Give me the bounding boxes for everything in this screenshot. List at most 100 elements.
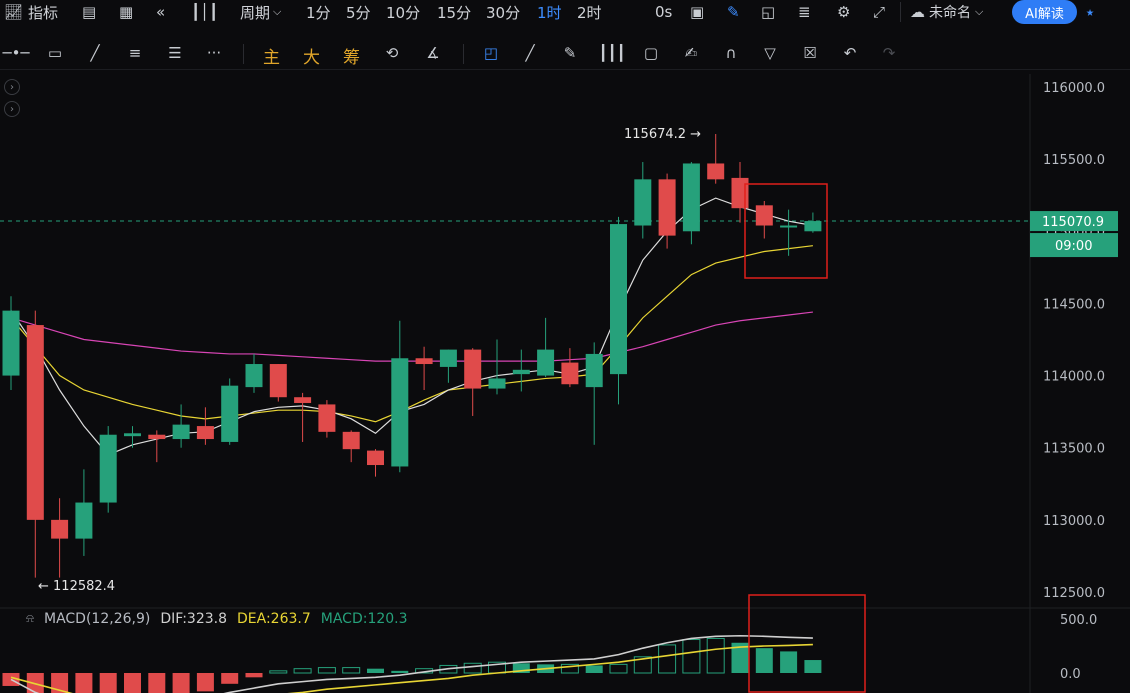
chart-canvas[interactable]: 115674.2 → ← 112582.4 116000.0 115500.0 115… — [0, 74, 1130, 693]
y-tick-label: 113500.0 — [1043, 442, 1105, 457]
top-toolbar: 📈︎ 指标 ▤ ▦ « ┃│┃ 周期 ⌵ 1分 5分 10分 15分 30分 1… — [0, 0, 1130, 24]
measure-tool[interactable]: ∡ — [423, 43, 443, 63]
pencil-icon: ✎ — [727, 3, 740, 21]
interval-1m[interactable]: 1分 — [306, 0, 331, 24]
draw-toggle-button[interactable]: ✎ — [727, 0, 740, 24]
ai-analysis-button[interactable]: AI解读 — [1012, 0, 1077, 24]
layout-button[interactable]: ▦ — [119, 0, 133, 24]
delete-tool[interactable]: ☒ — [800, 43, 820, 63]
macd-histogram-bar — [609, 663, 628, 674]
fullscreen-button[interactable]: ⤢ — [873, 0, 885, 24]
macd-histogram-bar — [463, 662, 482, 674]
brush-icon: ✎ — [563, 44, 577, 62]
macd-histogram-bar — [99, 673, 117, 693]
toolbar-divider — [463, 44, 464, 64]
macd-legend: ⍾ MACD(12,26,9) DIF:323.8 DEA:263.7 MACD… — [26, 611, 408, 627]
compare-icon: ≣ — [798, 3, 811, 21]
ma-long-line — [10, 311, 813, 362]
line-chart-icon: 📈︎ — [4, 3, 24, 21]
redo-button[interactable]: ↷ — [879, 43, 899, 63]
fib-tool[interactable]: ☰ — [165, 43, 185, 63]
ruler-tool[interactable]: ╱ — [520, 43, 540, 63]
channel-icon: ≡ — [128, 44, 142, 62]
note-tool[interactable]: ✍ — [681, 43, 701, 63]
candles-tool[interactable]: ┃┃┃ — [598, 43, 625, 63]
trendline-icon: ╱ — [90, 44, 100, 62]
candle-body — [99, 434, 117, 503]
interval-5m[interactable]: 5分 — [346, 0, 371, 24]
candle-body — [172, 424, 190, 440]
rewind-button[interactable]: « — [156, 0, 165, 24]
candle-body — [391, 358, 409, 467]
filter-tool[interactable]: ▽ — [760, 43, 780, 63]
note-icon: ✍ — [684, 44, 698, 62]
interval-15m[interactable]: 15分 — [437, 0, 471, 24]
macd-histogram-bar — [342, 667, 361, 674]
lock-tool[interactable]: ▢ — [641, 43, 661, 63]
chart-type-button[interactable]: ┃│┃ — [191, 0, 218, 24]
candle-body — [342, 431, 360, 450]
macd-histogram-bar — [391, 670, 409, 673]
candle-body — [415, 358, 433, 365]
trendline-tool[interactable]: ╱ — [85, 43, 105, 63]
dea-value: DEA:263.7 — [237, 611, 311, 627]
low-price-marker: ← 112582.4 — [38, 579, 115, 594]
more-tools-button[interactable]: ··· — [204, 43, 224, 63]
layout-grid-icon: ▦ — [119, 3, 134, 21]
ruler-angle-icon: ∡ — [426, 44, 440, 62]
share-button[interactable]: ⭑ — [1086, 0, 1094, 24]
candle-body — [245, 364, 263, 388]
add-chart-button[interactable]: ◱ — [761, 0, 775, 24]
macd-histogram-bar — [367, 668, 384, 673]
candle-body — [682, 163, 700, 232]
y-tick-label: 115500.0 — [1043, 153, 1105, 168]
add-window-icon: ◱ — [761, 3, 776, 21]
candle-body — [464, 349, 482, 389]
replay-tool[interactable]: ⟲ — [382, 43, 402, 63]
camera-icon: ▣ — [690, 3, 705, 21]
interval-10m[interactable]: 10分 — [386, 0, 420, 24]
chip-distribution-button[interactable]: 筹 — [343, 43, 360, 68]
macd-histogram-bar — [780, 651, 798, 673]
macd-histogram-bar — [148, 673, 166, 693]
compare-button[interactable]: ≣ — [798, 0, 811, 24]
price-axis: 116000.0115500.0115000.0114500.0114000.0… — [1030, 81, 1118, 601]
rewind-icon: « — [156, 3, 166, 21]
fib-icon: ☰ — [168, 44, 182, 62]
calendar-icon: ▤ — [82, 3, 97, 21]
interval-label: 15分 — [437, 3, 472, 22]
candle-body — [585, 353, 603, 388]
bell-icon[interactable]: ⍾ — [26, 611, 34, 626]
screenshot-button[interactable]: ▣ — [690, 0, 704, 24]
candle-body — [196, 426, 214, 440]
countdown: 0s — [655, 0, 672, 24]
select-tool[interactable]: ◰ — [481, 43, 501, 63]
interval-1h[interactable]: 1时 — [537, 0, 562, 24]
highlight-box-macd — [748, 594, 866, 693]
ma-short-line — [10, 197, 814, 456]
interval-2h[interactable]: 2时 — [577, 0, 602, 24]
undo-button[interactable]: ↶ — [840, 43, 860, 63]
large-order-button[interactable]: 大 — [303, 43, 320, 68]
interval-30m[interactable]: 30分 — [486, 0, 520, 24]
main-overlay-button[interactable]: 主 — [263, 43, 280, 68]
toolbar-divider — [243, 44, 244, 64]
brush-tool[interactable]: ✎ — [560, 43, 580, 63]
macd-name: MACD(12,26,9) — [44, 611, 151, 627]
rectangle-tool[interactable]: ▭ — [45, 43, 65, 63]
candle-body — [804, 221, 822, 232]
candle-body — [148, 434, 166, 440]
main-label: 主 — [263, 48, 280, 68]
countdown-label: 0s — [655, 3, 673, 21]
magnet-tool[interactable]: ∩ — [721, 43, 741, 63]
horizontal-line-tool[interactable]: ─•─ — [3, 43, 30, 63]
parallel-channel-tool[interactable]: ≡ — [125, 43, 145, 63]
layout-name-dropdown[interactable]: ☁ 未命名 ⌵ — [910, 0, 983, 24]
period-dropdown[interactable]: 周期 ⌵ — [240, 0, 281, 24]
calendar-button[interactable]: ▤ — [82, 0, 96, 24]
settings-button[interactable]: ⚙ — [837, 0, 850, 24]
indicators-button[interactable]: 📈︎ 指标 — [4, 0, 58, 24]
toolbar-divider — [900, 2, 901, 22]
select-icon: ◰ — [483, 44, 499, 62]
ma-mid-line — [10, 245, 813, 423]
